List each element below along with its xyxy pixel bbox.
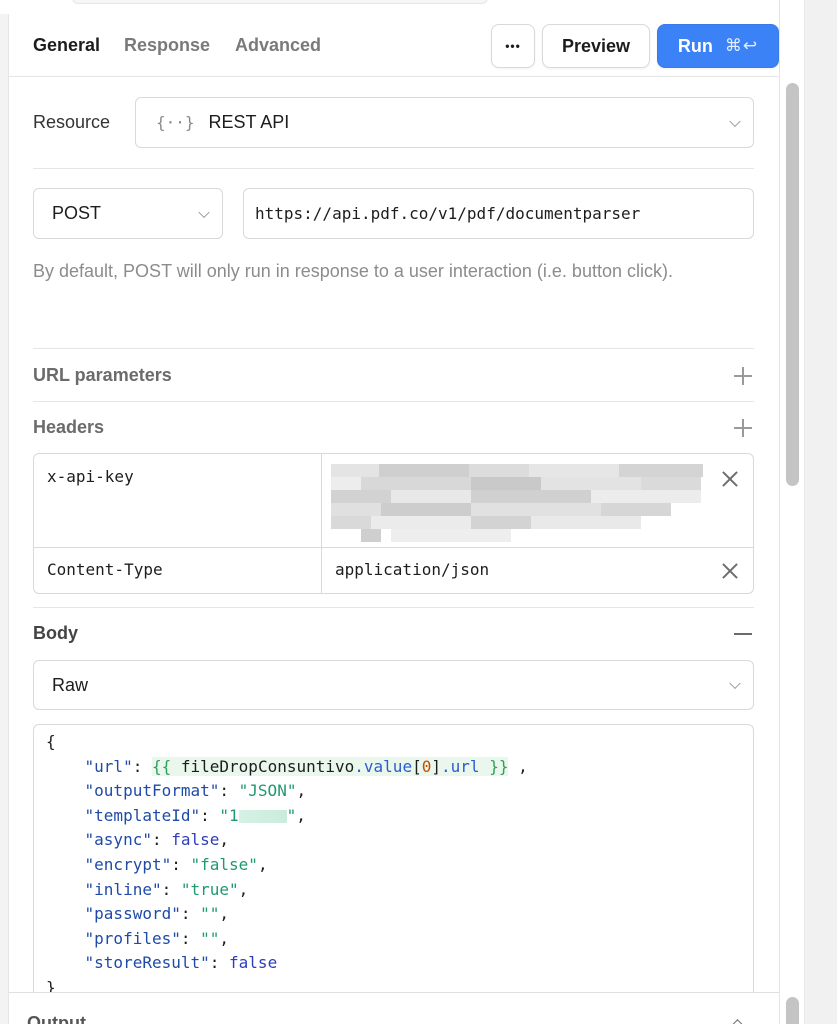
- template-var: fileDropConsuntivo: [180, 756, 355, 776]
- template-expression: {{ fileDropConsuntivo.value[0].url }}: [151, 756, 509, 776]
- code-key: "url": [84, 756, 133, 776]
- inspector-panel: General Response Advanced ••• Preview Ru…: [8, 14, 780, 1024]
- resource-row: Resource {··} REST API: [33, 97, 754, 148]
- collapse-body-icon[interactable]: [734, 633, 752, 635]
- body-type-value: Raw: [52, 674, 89, 695]
- chevron-down-icon: [729, 115, 741, 127]
- top-pill: [72, 0, 488, 4]
- resource-select[interactable]: {··} REST API: [135, 97, 754, 148]
- template-bracket: [: [412, 756, 422, 776]
- code-key: "inline": [84, 879, 162, 899]
- redacted-id: [238, 809, 287, 823]
- add-header-icon[interactable]: [734, 419, 752, 437]
- panel-scrollbar[interactable]: [786, 83, 799, 486]
- run-button[interactable]: Run ⌘↩: [657, 24, 779, 68]
- method-value: POST: [52, 203, 102, 223]
- top-strip: [0, 0, 780, 14]
- more-icon: •••: [505, 39, 521, 53]
- code-value: "": [200, 904, 220, 924]
- add-url-parameter-icon[interactable]: [734, 367, 752, 385]
- template-brace: }}: [489, 756, 509, 776]
- method-select[interactable]: POST: [33, 188, 223, 239]
- run-shortcut-icon: ⌘↩: [724, 36, 759, 55]
- template-index: 0: [421, 756, 432, 776]
- preview-button[interactable]: Preview: [542, 24, 650, 68]
- redacted-value: [331, 464, 703, 544]
- divider: [33, 607, 754, 608]
- divider: [33, 401, 754, 402]
- headers-title: Headers: [33, 417, 105, 437]
- code-key: "async": [84, 830, 152, 850]
- remove-header-icon[interactable]: [721, 470, 739, 488]
- resource-label: Resource: [33, 112, 111, 132]
- code-value: ": [286, 805, 297, 825]
- url-input[interactable]: https://api.pdf.co/v1/pdf/documentparser: [243, 188, 754, 239]
- body-title: Body: [33, 623, 78, 643]
- headers-table: x-api-key Content-Type application/json: [33, 453, 754, 594]
- resource-value: REST API: [208, 112, 290, 132]
- body-type-select[interactable]: Raw: [33, 660, 754, 710]
- panel-header: General Response Advanced ••• Preview Ru…: [9, 14, 779, 77]
- code-value: false: [171, 830, 220, 850]
- code-key: "templateId": [84, 805, 201, 825]
- body-code-editor[interactable]: { "url": {{ fileDropConsuntivo.value[0].…: [33, 724, 754, 1024]
- code-value: "1: [219, 805, 239, 825]
- template-brace: {{: [151, 756, 172, 776]
- template-bracket: ]: [431, 756, 441, 776]
- header-value-input[interactable]: application/json: [322, 548, 702, 593]
- output-title: Output: [27, 1013, 86, 1024]
- template-dot: .: [354, 756, 364, 776]
- header-key-input[interactable]: x-api-key: [34, 454, 322, 547]
- code-value: "": [200, 928, 220, 948]
- more-options-button[interactable]: •••: [491, 24, 535, 68]
- template-dot: .: [441, 756, 451, 776]
- method-hint: By default, POST will only run in respon…: [33, 261, 673, 281]
- url-parameters-title: URL parameters: [33, 365, 172, 385]
- table-row: Content-Type application/json: [34, 548, 753, 593]
- tab-advanced[interactable]: Advanced: [235, 35, 321, 56]
- code-key: "password": [84, 904, 181, 924]
- code-value: "false": [190, 854, 258, 874]
- divider: [33, 348, 754, 349]
- chevron-up-icon[interactable]: [731, 1019, 744, 1024]
- output-scrollbar[interactable]: [786, 997, 799, 1024]
- table-row: x-api-key: [34, 454, 753, 548]
- chevron-down-icon: [729, 677, 741, 690]
- run-label: Run: [677, 35, 713, 56]
- tab-response[interactable]: Response: [124, 35, 210, 56]
- tab-general[interactable]: General: [33, 35, 100, 56]
- code-value: "JSON": [238, 781, 297, 801]
- curly-braces-icon: {··}: [156, 113, 195, 132]
- code-key: "outputFormat": [84, 781, 220, 801]
- chevron-down-icon: [198, 206, 210, 218]
- code-value: false: [229, 953, 278, 973]
- url-value: https://api.pdf.co/v1/pdf/documentparser: [255, 204, 641, 223]
- remove-header-icon[interactable]: [721, 562, 739, 580]
- right-strip: [804, 0, 837, 1024]
- code-key: "encrypt": [84, 854, 172, 874]
- header-key-input[interactable]: Content-Type: [34, 548, 322, 593]
- code-key: "profiles": [84, 928, 181, 948]
- code-brace: {: [46, 732, 56, 751]
- output-section-header[interactable]: Output: [9, 992, 779, 1024]
- template-prop: value: [363, 756, 413, 776]
- template-prop: url: [450, 756, 480, 776]
- divider: [33, 168, 754, 169]
- code-key: "storeResult": [84, 953, 210, 973]
- code-value: "true": [180, 879, 239, 899]
- header-value-input[interactable]: [322, 454, 703, 547]
